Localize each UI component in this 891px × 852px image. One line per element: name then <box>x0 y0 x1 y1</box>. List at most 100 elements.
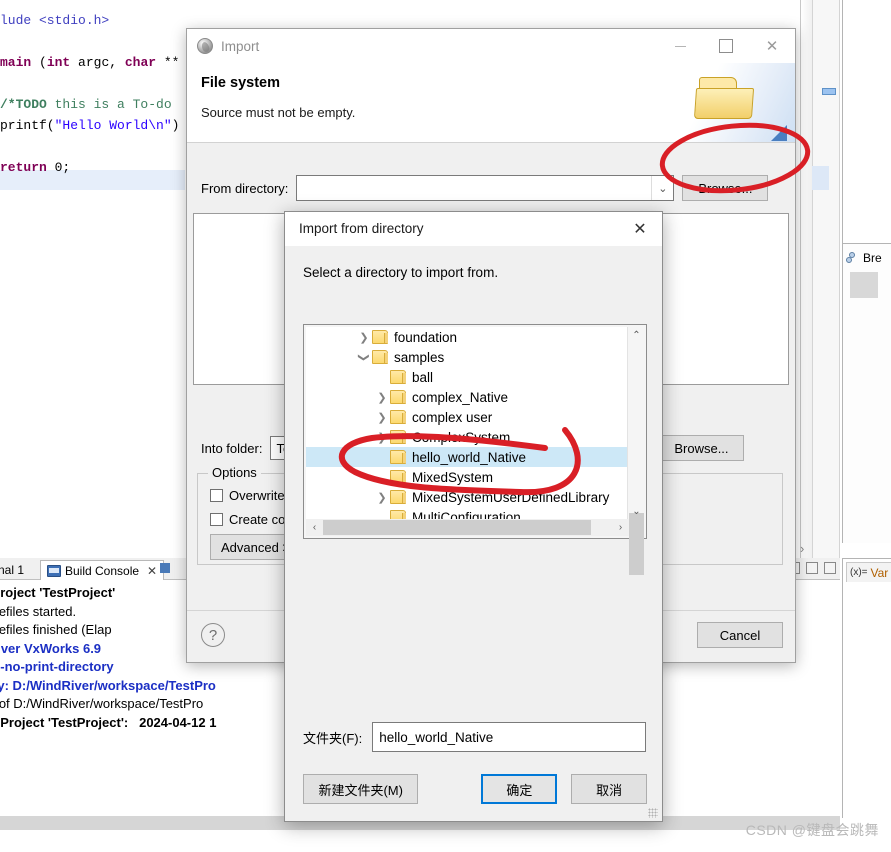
import-title: Import <box>221 39 259 54</box>
tab-variables[interactable]: (x)= Var <box>846 562 891 582</box>
vertical-scroll-thumb[interactable] <box>629 513 644 575</box>
directory-dialog-buttons: 新建文件夹(M) 确定 取消 <box>303 774 647 804</box>
cancel-button[interactable]: Cancel <box>697 622 783 648</box>
tree-item-label: hello_world_Native <box>412 450 526 465</box>
console-maximize-icon[interactable] <box>824 562 836 574</box>
overwrite-checkbox[interactable] <box>210 489 223 502</box>
browse-into-folder-button[interactable]: Browse... <box>658 435 744 461</box>
tree-item-label: complex_Native <box>412 390 508 405</box>
close-icon[interactable]: ✕ <box>618 212 662 246</box>
chevron-down-icon[interactable]: ❯ <box>358 349 371 365</box>
horizontal-scroll-thumb[interactable] <box>323 520 591 535</box>
maximize-icon[interactable] <box>703 29 749 63</box>
page-title: File system <box>201 75 280 91</box>
tree-item-label: complex user <box>412 410 492 425</box>
folder-icon <box>390 470 406 484</box>
directory-dialog-titlebar[interactable]: Import from directory ✕ <box>285 212 662 246</box>
console-tab-extra-icon[interactable] <box>160 563 170 573</box>
window-buttons[interactable]: ✕ <box>657 29 795 63</box>
from-directory-combo[interactable]: ⌄ <box>296 175 674 201</box>
folder-icon <box>390 410 406 424</box>
import-titlebar[interactable]: Import ✕ <box>187 29 795 63</box>
tab-breakpoints[interactable]: Bre <box>846 248 882 268</box>
tree-item-label: foundation <box>394 330 457 345</box>
resize-grip-icon[interactable] <box>648 808 658 818</box>
into-folder-label: Into folder: <box>201 441 262 456</box>
from-directory-label: From directory: <box>201 181 288 196</box>
watermark: CSDN @键盘会跳舞 <box>746 820 879 840</box>
tree-vertical-scrollbar[interactable]: ⌃ ⌄ <box>627 327 644 520</box>
directory-tree-container: ❯ foundation ❯ samples ball ❯ complex_Native ❯ c… <box>303 324 647 539</box>
tree-item[interactable]: ball <box>306 367 629 387</box>
tree-item[interactable]: ❯ MixedSystemUserDefinedLibrary <box>306 487 629 507</box>
chevron-right-icon[interactable]: ❯ <box>374 491 390 504</box>
help-icon[interactable]: ? <box>201 623 225 647</box>
scroll-down-icon[interactable]: ⌄ <box>628 503 645 520</box>
minimize-icon[interactable] <box>657 29 703 63</box>
tree-item[interactable]: ❯ ComplexSystem <box>306 427 629 447</box>
new-folder-button[interactable]: 新建文件夹(M) <box>303 774 418 804</box>
tree-item-label: samples <box>394 350 444 365</box>
tree-item-label: ComplexSystem <box>412 430 510 445</box>
folder-icon <box>390 430 406 444</box>
create-complete-checkbox[interactable] <box>210 513 223 526</box>
tab-build-console-label: Build Console <box>65 564 139 578</box>
folder-name-row: 文件夹(F): hello_world_Native <box>303 722 646 752</box>
tab-breakpoints-label: Bre <box>863 251 882 265</box>
breakpoint-icon <box>846 252 859 265</box>
scroll-right-icon[interactable]: › <box>612 519 629 536</box>
tree-item[interactable]: hello_world_Native <box>306 447 629 467</box>
folder-icon <box>390 370 406 384</box>
tree-item[interactable]: ❯ complex user <box>306 407 629 427</box>
from-directory-row: From directory: ⌄ Browse... <box>201 175 768 201</box>
banner-triangle-icon <box>771 125 787 141</box>
chevron-right-icon[interactable]: ❯ <box>374 391 390 404</box>
tree-item-label: MixedSystem <box>412 470 493 485</box>
ok-button[interactable]: 确定 <box>481 774 557 804</box>
scroll-left-icon[interactable]: ‹ <box>306 519 323 536</box>
browse-source-button[interactable]: Browse... <box>682 175 768 201</box>
breakpoints-placeholder <box>850 272 878 298</box>
folder-import-icon <box>695 77 757 123</box>
chevron-right-icon[interactable]: ❯ <box>356 331 372 344</box>
tab-terminal-1[interactable]: nal 1 <box>0 560 30 580</box>
footer-buttons: Cancel <box>697 622 783 648</box>
variables-icon: (x)= <box>850 567 868 578</box>
folder-name-label: 文件夹(F): <box>303 728 362 747</box>
tree-item[interactable]: ❯ foundation <box>306 327 629 347</box>
close-icon[interactable]: ✕ <box>147 564 157 578</box>
options-legend: Options <box>208 465 261 480</box>
cancel-button[interactable]: 取消 <box>571 774 647 804</box>
ruler-marker[interactable] <box>822 88 836 95</box>
source-code: lude <stdio.h> main (int argc, char ** /… <box>0 10 179 178</box>
tree-item-label: ball <box>412 370 433 385</box>
import-header: File system Source must not be empty. <box>187 63 795 143</box>
overwrite-checkbox-row[interactable]: Overwrite e <box>210 488 295 503</box>
console-icon <box>47 565 61 577</box>
tab-terminal-1-label: nal 1 <box>0 563 24 577</box>
tab-variables-label: Var <box>871 566 889 580</box>
editor-right-edge <box>800 0 812 560</box>
directory-tree[interactable]: ❯ foundation ❯ samples ball ❯ complex_Native ❯ c… <box>306 327 629 520</box>
chevron-down-icon[interactable]: ⌄ <box>651 176 673 200</box>
variables-view <box>842 558 891 818</box>
tree-item[interactable]: ❯ complex_Native <box>306 387 629 407</box>
ruler-selection-highlight <box>812 166 829 190</box>
tree-item[interactable]: ❯ samples <box>306 347 629 367</box>
editor-overview-ruler[interactable] <box>812 0 840 560</box>
from-directory-input[interactable] <box>297 176 651 200</box>
console-minimize-icon[interactable] <box>806 562 818 574</box>
view-scroll-right-icon[interactable]: › <box>800 541 804 556</box>
scroll-up-icon[interactable]: ⌃ <box>628 327 645 344</box>
tab-build-console[interactable]: Build Console ✕ <box>40 560 164 580</box>
folder-icon <box>372 350 388 364</box>
folder-name-input[interactable]: hello_world_Native <box>372 722 646 752</box>
tree-item-label: MixedSystemUserDefinedLibrary <box>412 490 609 505</box>
chevron-right-icon[interactable]: ❯ <box>374 431 390 444</box>
console-output: Started in Project 'TestProject' ation o… <box>0 584 216 732</box>
folder-icon <box>390 390 406 404</box>
tree-item[interactable]: MixedSystem <box>306 467 629 487</box>
tree-horizontal-scrollbar[interactable]: ‹ › <box>306 519 629 536</box>
chevron-right-icon[interactable]: ❯ <box>374 411 390 424</box>
close-icon[interactable]: ✕ <box>749 29 795 63</box>
